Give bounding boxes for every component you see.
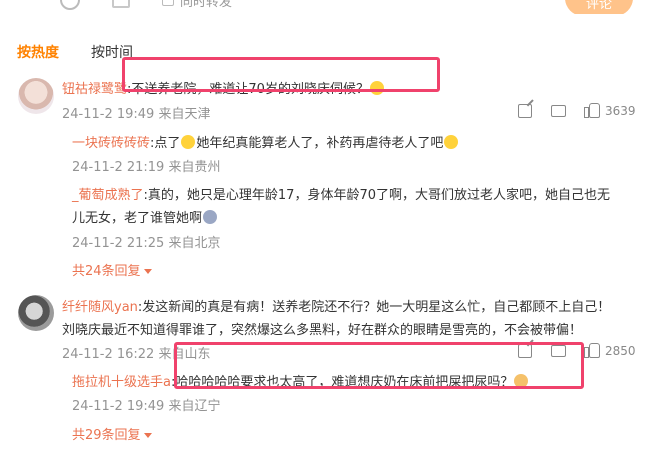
highlight-box [122,57,440,92]
reply-text-continued: 儿无女，老了谁管她啊 [72,211,203,226]
reply-username[interactable]: 一块砖砖砖砖 [72,136,150,151]
reply-text: :点了 [150,136,181,151]
laughing-emoji-icon [181,135,196,149]
composer-toolbar: 同时转发 评论 [0,0,660,14]
view-replies-link[interactable]: 共24条回复 [72,260,152,279]
repost-checkbox[interactable] [162,0,174,6]
comment-text-continued: 刘晓庆最近不知道得罪谁了，突然爆这么多黑料，好在群众的眼睛是雪亮的，不会被带偏！ [62,323,583,338]
highlight-box [174,342,584,389]
reply-meta: 24-11-2 21:25 来自北京 [72,236,221,251]
reply-text-line: 一块砖砖砖砖:点了 她年纪真能算老人了，补药再虐待老人了吧 [72,132,459,151]
submit-comment-button[interactable]: 评论 [565,0,633,14]
reply-text-line: _葡萄成熟了:真的，她只是心理年龄17，身体年龄70了啊，大哥们放过老人家吧，她… [72,184,610,203]
reply-meta: 24-11-2 21:19 来自贵州 [72,160,221,175]
laughing-emoji-icon [444,135,459,149]
comment-icon[interactable] [551,105,566,117]
view-replies-link[interactable]: 共29条回复 [72,424,152,443]
like-count: 3639 [605,104,636,118]
reply-count-label: 共29条回复 [72,428,141,443]
comment-meta: 24-11-2 19:49 来自天津 [62,107,211,122]
reply-username[interactable]: _葡萄成熟了 [72,188,144,203]
reply-text-line-2: 儿无女，老了谁管她啊 [72,207,218,226]
reply-text: :真的，她只是心理年龄17，身体年龄70了啊，大哥们放过老人家吧，她自己也无 [143,188,610,203]
reply-count-label: 共24条回复 [72,264,141,279]
share-icon[interactable] [518,104,532,118]
caret-down-icon [143,269,152,274]
reply-text-continued: 她年纪真能算老人了，补药再虐待老人了吧 [196,136,444,151]
comment-username[interactable]: 钮祜禄鹭鹭 [62,82,127,97]
image-icon[interactable] [112,0,130,8]
comment-text-line: 纤纤随风yan:发这新闻的真是有病！送养老院还不行？她一大明星这么忙，自己都顾不… [62,296,610,315]
comment-text-line-2: 刘晓庆最近不知道得罪谁了，突然爆这么多黑料，好在群众的眼睛是雪亮的，不会被带偏！ [62,319,582,338]
avatar[interactable] [18,295,54,331]
avatar[interactable] [18,78,54,114]
caret-down-icon [143,433,152,438]
like-icon[interactable] [584,102,600,118]
crying-emoji-icon [203,210,218,224]
comment-username[interactable]: 纤纤随风yan [62,300,138,315]
repost-checkbox-label: 同时转发 [180,0,233,10]
reply-username[interactable]: 拖拉机十级选手a [72,375,171,390]
reply-meta: 24-11-2 19:49 来自辽宁 [72,399,221,414]
comment-text: :发这新闻的真是有病！送养老院还不行？她一大明星这么忙，自己都顾不上自己！ [137,300,611,315]
like-icon[interactable] [584,342,600,358]
tab-sort-hot[interactable]: 按热度 [17,42,59,62]
emoji-icon[interactable] [60,0,80,10]
like-count: 2850 [605,344,636,358]
